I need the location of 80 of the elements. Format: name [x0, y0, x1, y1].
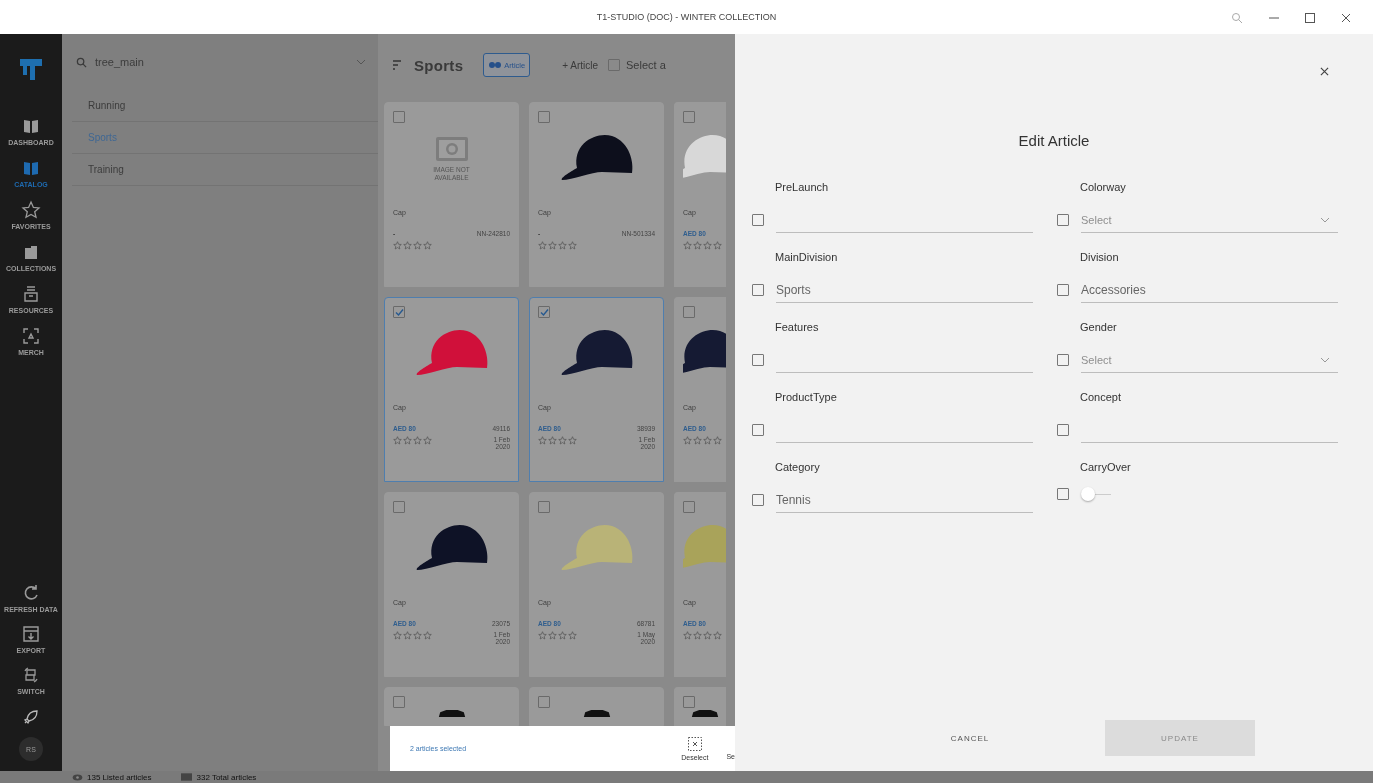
rating-stars[interactable]: [683, 436, 722, 445]
drawer-icon: [21, 284, 41, 304]
rating-stars[interactable]: [393, 631, 432, 640]
listed-count: 135 Listed articles: [87, 772, 152, 782]
field-checkbox[interactable]: [1057, 488, 1069, 500]
maximize-icon[interactable]: [1305, 13, 1315, 23]
article-card[interactable]: [384, 687, 519, 726]
export-icon: [21, 624, 41, 644]
field-label: Concept: [1080, 391, 1122, 403]
card-checkbox[interactable]: [683, 306, 695, 318]
field-checkbox[interactable]: [1057, 214, 1069, 226]
field-checkbox[interactable]: [752, 354, 764, 366]
field-label: PreLaunch: [775, 181, 830, 193]
card-checkbox[interactable]: [538, 306, 550, 318]
rating-stars[interactable]: [683, 241, 722, 250]
logo-icon: [18, 56, 44, 82]
article-card[interactable]: [529, 687, 664, 726]
article-card[interactable]: [674, 687, 726, 726]
field-checkbox[interactable]: [752, 284, 764, 296]
field-checkbox[interactable]: [752, 494, 764, 506]
deselect-icon: [687, 736, 702, 751]
card-checkbox[interactable]: [538, 696, 550, 708]
select-field[interactable]: Select: [1081, 207, 1338, 233]
chevron-down-icon: [356, 59, 366, 65]
card-checkbox[interactable]: [538, 111, 550, 123]
close-icon[interactable]: [1341, 13, 1351, 23]
cancel-button[interactable]: CANCEL: [895, 720, 1045, 756]
card-checkbox[interactable]: [393, 696, 405, 708]
total-count: 332 Total articles: [196, 772, 257, 782]
field-label: Gender: [1080, 321, 1118, 333]
card-checkbox[interactable]: [393, 501, 405, 513]
field-label: MainDivision: [775, 251, 839, 263]
select-all-checkbox[interactable]: [608, 59, 620, 71]
field-label: Category: [775, 461, 821, 473]
select-all-label: Select a: [626, 59, 666, 71]
input-field[interactable]: Accessories: [1081, 277, 1338, 303]
card-checkbox[interactable]: [683, 111, 695, 123]
rating-stars[interactable]: [393, 241, 432, 250]
field-label: ProductType: [775, 391, 838, 403]
sort-icon[interactable]: [392, 59, 402, 71]
zoom-icon[interactable]: [1231, 12, 1243, 24]
rating-stars[interactable]: [683, 631, 722, 640]
tree-item[interactable]: Running: [72, 90, 378, 122]
add-article-button[interactable]: + Article: [562, 59, 598, 71]
close-icon[interactable]: [1320, 67, 1329, 76]
select-field[interactable]: Select: [1081, 347, 1338, 373]
window-title: T1-STUDIO (DOC) - WINTER COLLECTION: [596, 12, 777, 22]
search-icon: [76, 56, 87, 68]
field-checkbox[interactable]: [1057, 284, 1069, 296]
card-checkbox[interactable]: [683, 501, 695, 513]
tree-item[interactable]: Training: [72, 154, 378, 186]
card-checkbox[interactable]: [538, 501, 550, 513]
field-label: Features: [775, 321, 820, 333]
tree-select[interactable]: tree_main: [72, 34, 378, 90]
chevron-down-icon: [1320, 356, 1330, 363]
card-checkbox[interactable]: [683, 696, 695, 708]
card-checkbox[interactable]: [393, 111, 405, 123]
input-field[interactable]: Tennis: [776, 487, 1033, 513]
rating-stars[interactable]: [538, 631, 577, 640]
eye-icon: [72, 773, 83, 781]
catalog-icon: [181, 773, 193, 781]
field-checkbox[interactable]: [752, 214, 764, 226]
field-checkbox[interactable]: [1057, 354, 1069, 366]
rating-stars[interactable]: [538, 436, 577, 445]
chevron-down-icon: [1320, 216, 1330, 223]
field-label: Colorway: [1080, 181, 1127, 193]
star-icon: [21, 200, 41, 220]
field-checkbox[interactable]: [1057, 424, 1069, 436]
card-checkbox[interactable]: [393, 306, 405, 318]
rating-stars[interactable]: [538, 241, 577, 250]
field-label: CarryOver: [1080, 461, 1132, 473]
binoculars-icon: [488, 61, 503, 69]
rating-stars[interactable]: [393, 436, 432, 445]
field-checkbox[interactable]: [752, 424, 764, 436]
category-title: Sports: [414, 56, 464, 74]
scan-icon: [21, 326, 41, 346]
dialog-title: Edit Article: [1017, 132, 1091, 149]
input-field[interactable]: Sports: [776, 277, 1033, 303]
field-label: Division: [1080, 251, 1120, 263]
rocket-icon[interactable]: [22, 708, 40, 726]
